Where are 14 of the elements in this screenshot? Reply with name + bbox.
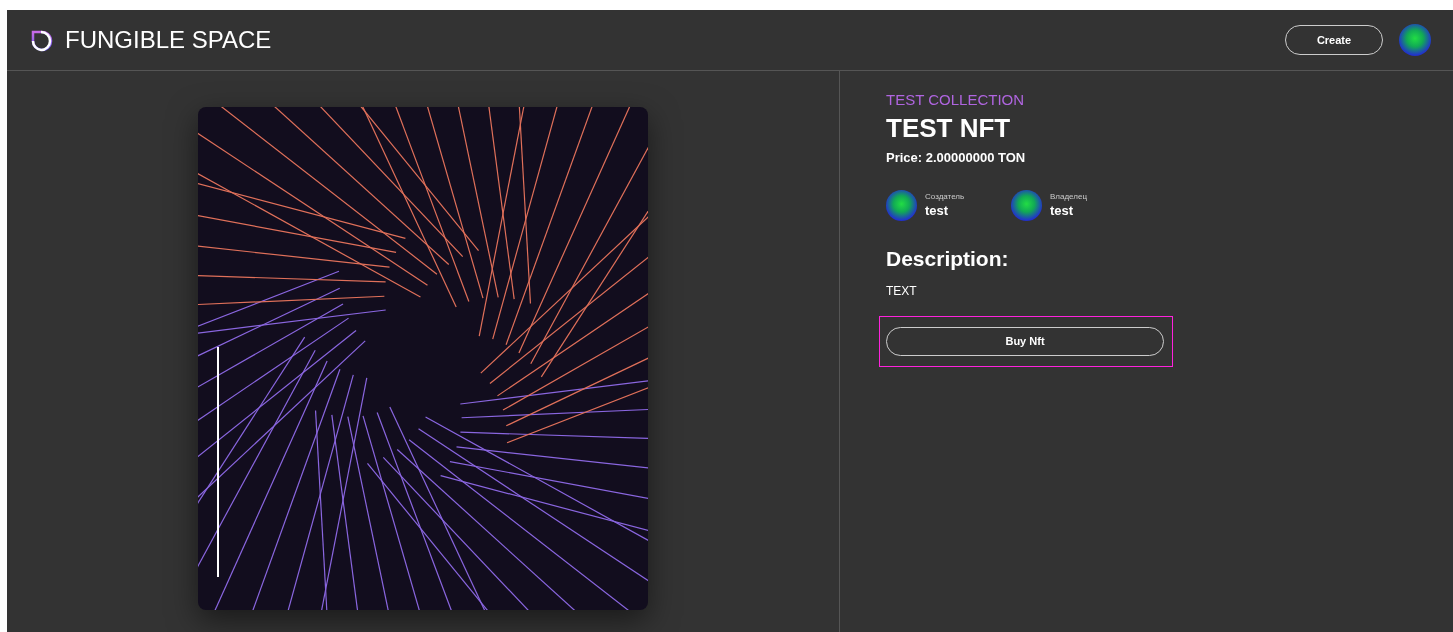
nft-title: TEST NFT (886, 111, 1012, 144)
description-heading: Description: (886, 245, 1010, 272)
avatar (886, 189, 917, 221)
user-name: test (925, 202, 950, 220)
role-label: Создатель (925, 190, 965, 203)
price-text: Price: 2.00000000 TON (886, 149, 1027, 167)
logo-icon (29, 28, 53, 52)
description-text: TEXT (886, 283, 918, 300)
avatar (1399, 24, 1431, 56)
avatar (1011, 189, 1042, 221)
collection-name: TEST COLLECTION (886, 90, 1026, 110)
user-name: test (1050, 202, 1075, 220)
role-label: Владелец (1050, 190, 1087, 203)
brand-name: FUNGIBLE SPACE (65, 25, 272, 55)
